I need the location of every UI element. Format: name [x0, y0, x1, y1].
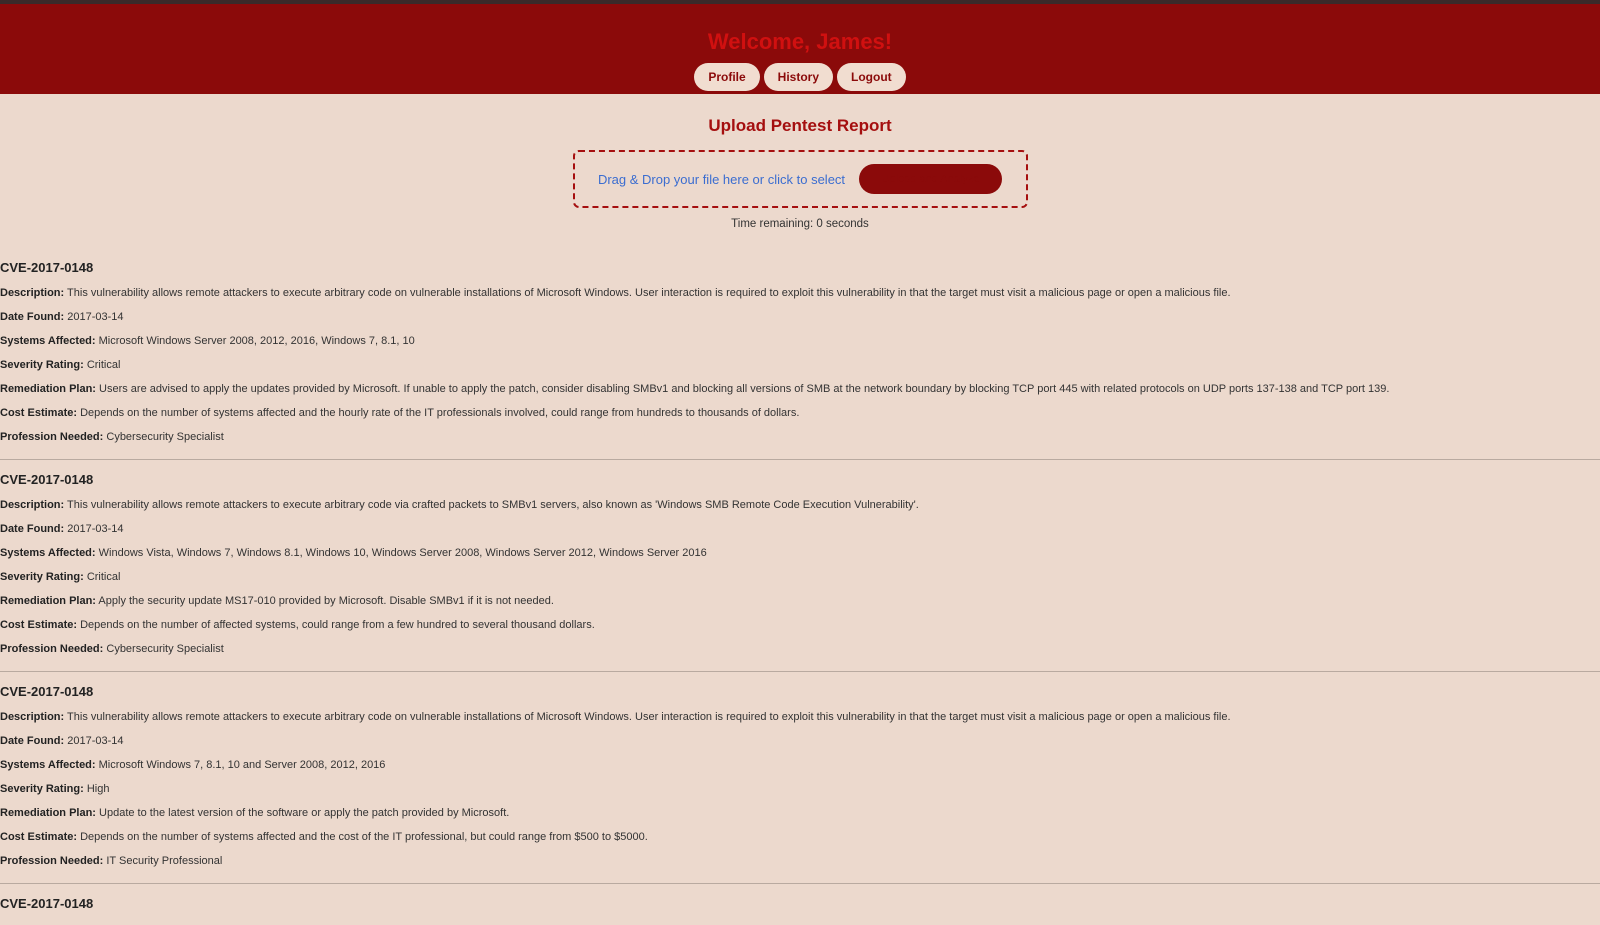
field-label: Cost Estimate: [0, 831, 78, 843]
field-value: IT Security Professional [106, 855, 223, 867]
date-found-field: Date Found: 2017-03-14 [0, 523, 1600, 536]
field-value: Microsoft Windows Server 2008, 2012, 201… [98, 335, 415, 347]
report-item: CVE-2017-0148 Description: This vulnerab… [0, 260, 1600, 460]
file-dropzone[interactable]: Drag & Drop your file here or click to s… [572, 150, 1028, 208]
date-found-field: Date Found: 2017-03-14 [0, 311, 1600, 324]
field-value: This vulnerability allows remote attacke… [67, 499, 919, 511]
report-item: CVE-2017-0148 [0, 896, 1600, 925]
cve-id: CVE-2017-0148 [0, 472, 94, 487]
field-value: 2017-03-14 [67, 311, 124, 323]
field-value: Apply the security update MS17-010 provi… [98, 595, 554, 607]
field-value: High [86, 783, 110, 795]
field-label: Profession Needed: [0, 431, 104, 443]
systems-affected-field: Systems Affected: Microsoft Windows Serv… [0, 335, 1600, 348]
field-label: Date Found: [0, 311, 65, 323]
field-value: Windows Vista, Windows 7, Windows 8.1, W… [98, 547, 707, 559]
report-item: CVE-2017-0148 Description: This vulnerab… [0, 684, 1600, 884]
time-remaining: Time remaining: 0 seconds [731, 218, 869, 230]
field-value: Depends on the number of systems affecte… [80, 831, 648, 843]
welcome-heading: Welcome, James! [707, 29, 893, 54]
profession-field: Profession Needed: Cybersecurity Special… [0, 431, 1600, 444]
field-label: Description: [0, 287, 65, 299]
field-label: Date Found: [0, 735, 65, 747]
systems-affected-field: Systems Affected: Windows Vista, Windows… [0, 547, 1600, 560]
report-list: CVE-2017-0148 Description: This vulnerab… [0, 260, 1600, 925]
field-value: Update to the latest version of the soft… [99, 807, 510, 819]
description-field: Description: This vulnerability allows r… [0, 287, 1600, 300]
field-value: This vulnerability allows remote attacke… [67, 287, 1231, 299]
logout-button[interactable]: Logout [837, 63, 906, 91]
field-label: Profession Needed: [0, 855, 104, 867]
cve-id: CVE-2017-0148 [0, 260, 94, 275]
field-value: Users are advised to apply the updates p… [99, 383, 1390, 395]
severity-field: Severity Rating: High [0, 783, 1600, 796]
description-field: Description: This vulnerability allows r… [0, 499, 1600, 512]
systems-affected-field: Systems Affected: Microsoft Windows 7, 8… [0, 759, 1600, 772]
field-value: Cybersecurity Specialist [106, 431, 224, 443]
field-value: This vulnerability allows remote attacke… [67, 711, 1231, 723]
cve-id: CVE-2017-0148 [0, 684, 94, 699]
field-value: 2017-03-14 [67, 523, 124, 535]
remediation-field: Remediation Plan: Apply the security upd… [0, 595, 1600, 608]
field-value: Depends on the number of systems affecte… [80, 407, 800, 419]
field-label: Systems Affected: [0, 547, 96, 559]
severity-field: Severity Rating: Critical [0, 359, 1600, 372]
dropzone-text[interactable]: Drag & Drop your file here or click to s… [598, 172, 845, 187]
nav-bar: Profile History Logout [0, 63, 1600, 91]
date-found-field: Date Found: 2017-03-14 [0, 735, 1600, 748]
cve-id: CVE-2017-0148 [0, 896, 94, 911]
upload-analyze-button[interactable]: Upload and Analyze [859, 164, 1003, 194]
profession-field: Profession Needed: IT Security Professio… [0, 855, 1600, 868]
cost-field: Cost Estimate: Depends on the number of … [0, 407, 1600, 420]
field-label: Systems Affected: [0, 335, 96, 347]
profession-field: Profession Needed: Cybersecurity Special… [0, 643, 1600, 656]
cost-field: Cost Estimate: Depends on the number of … [0, 619, 1600, 632]
field-label: Profession Needed: [0, 643, 104, 655]
field-value: 2017-03-14 [67, 735, 124, 747]
field-value: Depends on the number of affected system… [80, 619, 595, 631]
field-label: Remediation Plan: [0, 595, 96, 607]
field-value: Cybersecurity Specialist [106, 643, 224, 655]
upload-title: Upload Pentest Report [708, 116, 892, 135]
field-label: Severity Rating: [0, 783, 84, 795]
site-header: Welcome, James! Profile History Logout [0, 4, 1600, 94]
severity-field: Severity Rating: Critical [0, 571, 1600, 584]
remediation-field: Remediation Plan: Update to the latest v… [0, 807, 1600, 820]
field-label: Systems Affected: [0, 759, 96, 771]
history-button[interactable]: History [763, 63, 834, 91]
field-label: Remediation Plan: [0, 807, 96, 819]
field-label: Description: [0, 499, 65, 511]
field-label: Cost Estimate: [0, 619, 78, 631]
report-item: CVE-2017-0148 Description: This vulnerab… [0, 472, 1600, 672]
field-value: Critical [86, 359, 121, 371]
field-label: Cost Estimate: [0, 407, 78, 419]
field-label: Description: [0, 711, 65, 723]
field-label: Date Found: [0, 523, 65, 535]
remediation-field: Remediation Plan: Users are advised to a… [0, 383, 1600, 396]
field-value: Microsoft Windows 7, 8.1, 10 and Server … [98, 759, 386, 771]
cost-field: Cost Estimate: Depends on the number of … [0, 831, 1600, 844]
field-label: Severity Rating: [0, 571, 84, 583]
main-content: Upload Pentest Report Drag & Drop your f… [0, 116, 1600, 925]
field-value: Critical [86, 571, 121, 583]
field-label: Remediation Plan: [0, 383, 96, 395]
profile-button[interactable]: Profile [694, 63, 760, 91]
field-label: Severity Rating: [0, 359, 84, 371]
description-field: Description: This vulnerability allows r… [0, 711, 1600, 724]
